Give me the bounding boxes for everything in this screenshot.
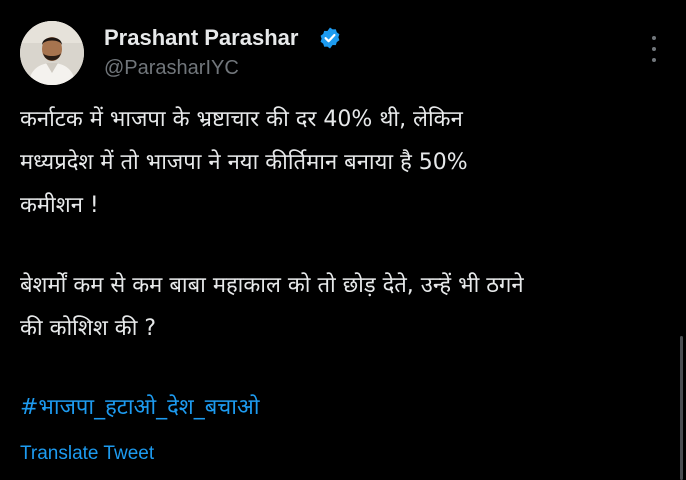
more-dot	[652, 47, 656, 51]
tweet-line: की कोशिश की ?	[20, 316, 157, 341]
tweet-paragraph-2: बेशर्मों कम से कम बाबा महाकाल को तो छोड़…	[20, 264, 668, 350]
tweet-line: कर्नाटक में भाजपा के भ्रष्टाचार की दर 40…	[20, 107, 463, 132]
hashtag-link[interactable]: #भाजपा_हटाओ_देश_बचाओ	[20, 386, 259, 429]
tweet-card: Prashant Parashar @ParasharIYC कर्नाटक म…	[0, 0, 686, 480]
more-options-icon[interactable]	[642, 36, 666, 62]
verified-badge-icon	[320, 27, 340, 49]
more-dot	[652, 58, 656, 62]
avatar[interactable]	[20, 21, 84, 85]
author-display-name[interactable]: Prashant Parashar	[104, 24, 298, 52]
scrollbar[interactable]	[680, 336, 683, 480]
translate-tweet-link[interactable]: Translate Tweet	[20, 442, 154, 466]
more-dot	[652, 36, 656, 40]
tweet-paragraph-1: कर्नाटक में भाजपा के भ्रष्टाचार की दर 40…	[20, 98, 668, 227]
tweet-line: बेशर्मों कम से कम बाबा महाकाल को तो छोड़…	[20, 273, 524, 298]
tweet-line: मध्यप्रदेश में तो भाजपा ने नया कीर्तिमान…	[20, 150, 468, 175]
author-handle[interactable]: @ParasharIYC	[104, 55, 239, 81]
tweet-line: कमीशन !	[20, 193, 99, 218]
avatar-photo	[20, 21, 84, 85]
